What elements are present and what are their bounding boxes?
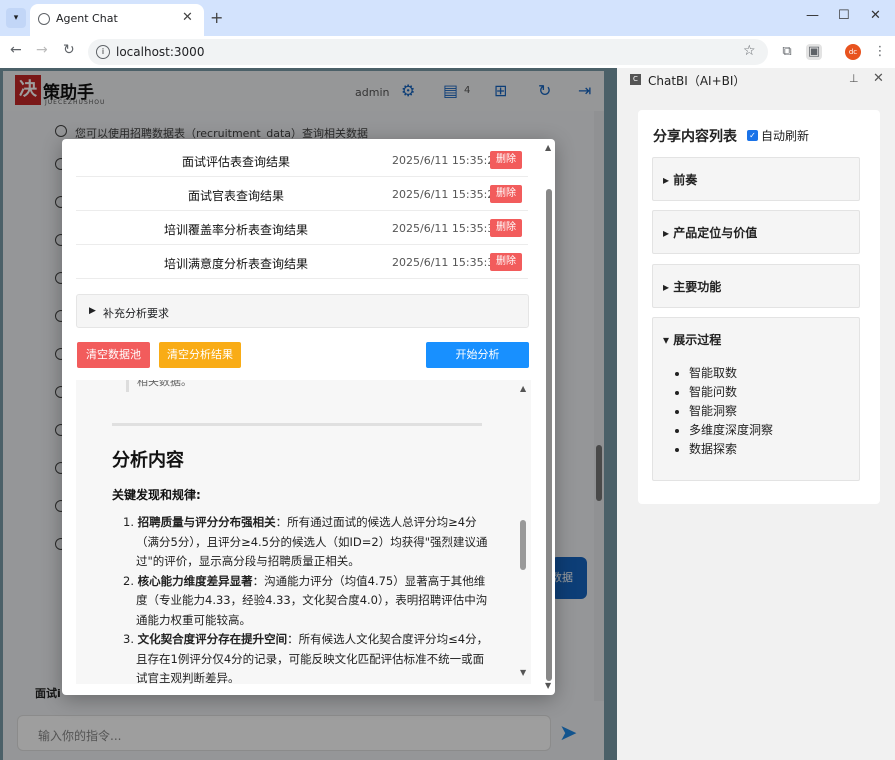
site-info-icon[interactable]: i	[96, 45, 110, 59]
supplement-label: 补充分析要求	[103, 307, 169, 320]
finding-item: 1. 招聘质量与评分分布强相关：所有通过面试的候选人总评分均≥4分（满分5分），…	[112, 513, 492, 572]
auto-refresh-label: 自动刷新	[761, 129, 810, 143]
globe-icon	[38, 13, 50, 25]
report-subheading: 关键发现和规律:	[112, 488, 201, 502]
modal-scrollbar-thumb[interactable]	[546, 189, 552, 681]
url-text: localhost:3000	[116, 45, 205, 59]
scroll-up-icon[interactable]: ▲	[545, 143, 551, 152]
list-item: 智能取数	[689, 364, 773, 383]
tab-title: Agent Chat	[56, 12, 118, 25]
record-time: 2025/6/11 15:35:20	[392, 154, 502, 167]
scroll-up-icon[interactable]: ▲	[520, 384, 526, 393]
delete-record-button[interactable]: 删除	[490, 185, 522, 203]
side-panel: C ChatBI（AI+BI） ⊥ ✕ 分享内容列表 ✓ 自动刷新 ▸ 前奏 ▸…	[617, 68, 895, 760]
minimize-button[interactable]: —	[806, 8, 819, 23]
extensions-icon[interactable]: ⧉	[779, 44, 795, 60]
finding-item: 2. 核心能力维度差异显著：沟通能力评分（均值4.75）显著高于其他维度（专业能…	[112, 572, 492, 631]
list-item: 数据探索	[689, 440, 773, 459]
share-list-card: 分享内容列表 ✓ 自动刷新 ▸ 前奏 ▸ 产品定位与价值 ▸ 主要功能 ▾ 展示…	[638, 110, 880, 504]
clear-results-button[interactable]: 清空分析结果	[159, 342, 241, 368]
tab-search-button[interactable]: ▾	[6, 8, 26, 28]
section-label: ▾ 展示过程	[663, 333, 722, 347]
pin-icon[interactable]: ⊥	[849, 72, 859, 85]
modal-scrollbar[interactable]: ▲ ▼	[543, 139, 555, 695]
section-features[interactable]: ▸ 主要功能	[652, 264, 860, 308]
clear-data-pool-button[interactable]: 清空数据池	[77, 342, 150, 368]
analysis-report: 相关数据。 分析内容 关键发现和规律: 1. 招聘质量与评分分布强相关：所有通过…	[76, 380, 531, 684]
section-label: ▸ 产品定位与价值	[663, 226, 758, 240]
delete-record-button[interactable]: 删除	[490, 219, 522, 237]
data-record-row: 培训覆盖率分析表查询结果 2025/6/11 15:35:30 删除	[76, 211, 528, 245]
finding-number: 1.	[123, 515, 134, 529]
close-icon[interactable]: ✕	[873, 71, 884, 86]
browser-tab[interactable]: Agent Chat ✕	[30, 4, 204, 36]
share-list-title: 分享内容列表	[653, 129, 737, 145]
delete-record-button[interactable]: 删除	[490, 151, 522, 169]
chatbi-app-icon: C	[630, 74, 641, 85]
triangle-right-icon: ▶	[89, 306, 96, 316]
list-item: 智能洞察	[689, 402, 773, 421]
url-field[interactable]: i localhost:3000 ☆	[88, 39, 768, 65]
finding-title: 核心能力维度差异显著	[137, 573, 253, 588]
record-time: 2025/6/11 15:35:30	[392, 222, 502, 235]
data-record-row: 面试评估表查询结果 2025/6/11 15:35:20 删除	[76, 143, 528, 177]
reload-button[interactable]: ↻	[63, 42, 75, 58]
report-heading: 分析内容	[112, 450, 184, 471]
list-item: 智能问数	[689, 383, 773, 402]
scroll-down-icon[interactable]: ▼	[520, 668, 526, 677]
tab-close-icon[interactable]: ✕	[182, 10, 193, 25]
section-title: 主要功能	[673, 280, 722, 294]
report-divider	[112, 423, 482, 426]
finding-item: 3. 文化契合度评分存在提升空间：所有候选人文化契合度评分均≤4分，且存在1例评…	[112, 630, 492, 684]
forward-button[interactable]: →	[36, 42, 48, 58]
browser-menu-icon[interactable]: ⋮	[872, 44, 888, 60]
findings-list: 1. 招聘质量与评分分布强相关：所有通过面试的候选人总评分均≥4分（满分5分），…	[112, 513, 492, 684]
report-scrollbar-thumb[interactable]	[520, 520, 526, 570]
report-previous-text: 相关数据。	[126, 380, 466, 392]
browser-tab-strip: ▾ Agent Chat ✕ + — ☐ ✕	[0, 0, 895, 36]
side-panel-header: C ChatBI（AI+BI） ⊥ ✕	[617, 68, 895, 94]
data-pool-modal: 面试评估表查询结果 2025/6/11 15:35:20 删除 面试官表查询结果…	[62, 139, 555, 695]
section-prelude[interactable]: ▸ 前奏	[652, 157, 860, 201]
finding-number: 3.	[123, 632, 134, 646]
demo-steps-list: 智能取数 智能问数 智能洞察 多维度深度洞察 数据探索	[689, 364, 773, 459]
bookmark-star-icon[interactable]: ☆	[743, 43, 756, 59]
maximize-button[interactable]: ☐	[838, 8, 850, 23]
side-panel-icon[interactable]: ▣	[806, 44, 822, 60]
app-frame: 决 策助手 JUECEZHUSHOU admin ⚙ ▤ 4 ⊞ ↻ ⇥ 您可以…	[0, 68, 617, 760]
scroll-down-icon[interactable]: ▼	[545, 681, 551, 690]
record-time: 2025/6/11 15:35:24	[392, 188, 502, 201]
record-name: 培训满意度分析表查询结果	[163, 257, 308, 271]
window-close-button[interactable]: ✕	[870, 8, 881, 23]
back-button[interactable]: ←	[10, 42, 22, 58]
new-tab-button[interactable]: +	[210, 8, 223, 27]
start-analysis-button[interactable]: 开始分析	[426, 342, 529, 368]
side-panel-title: ChatBI（AI+BI）	[648, 74, 746, 88]
finding-title: 招聘质量与评分分布强相关	[137, 515, 276, 529]
section-title: 产品定位与价值	[673, 226, 758, 240]
supplement-requirements-toggle[interactable]: ▶ 补充分析要求	[76, 294, 529, 328]
finding-number: 2.	[123, 573, 134, 588]
address-bar-row: ← → ↻ i localhost:3000 ☆ ⧉ ▣ dc ⋮	[0, 36, 895, 68]
data-record-row: 面试官表查询结果 2025/6/11 15:35:24 删除	[76, 177, 528, 211]
record-name: 培训覆盖率分析表查询结果	[163, 223, 308, 237]
report-scrollbar[interactable]: ▲ ▼	[517, 380, 531, 684]
data-record-row: 培训满意度分析表查询结果 2025/6/11 15:35:38 删除	[76, 245, 528, 279]
record-name: 面试评估表查询结果	[181, 155, 290, 169]
section-title: 展示过程	[673, 333, 722, 347]
profile-avatar[interactable]: dc	[845, 44, 861, 60]
list-item: 多维度深度洞察	[689, 421, 773, 440]
section-title: 前奏	[673, 173, 698, 187]
delete-record-button[interactable]: 删除	[490, 253, 522, 271]
record-name: 面试官表查询结果	[187, 189, 284, 203]
record-time: 2025/6/11 15:35:38	[392, 256, 502, 269]
section-label: ▸ 主要功能	[663, 280, 722, 294]
auto-refresh-checkbox[interactable]: ✓	[747, 130, 758, 141]
section-label: ▸ 前奏	[663, 173, 698, 187]
finding-title: 文化契合度评分存在提升空间	[137, 632, 288, 646]
section-positioning[interactable]: ▸ 产品定位与价值	[652, 210, 860, 254]
section-demo[interactable]: ▾ 展示过程 智能取数 智能问数 智能洞察 多维度深度洞察 数据探索	[652, 317, 860, 481]
